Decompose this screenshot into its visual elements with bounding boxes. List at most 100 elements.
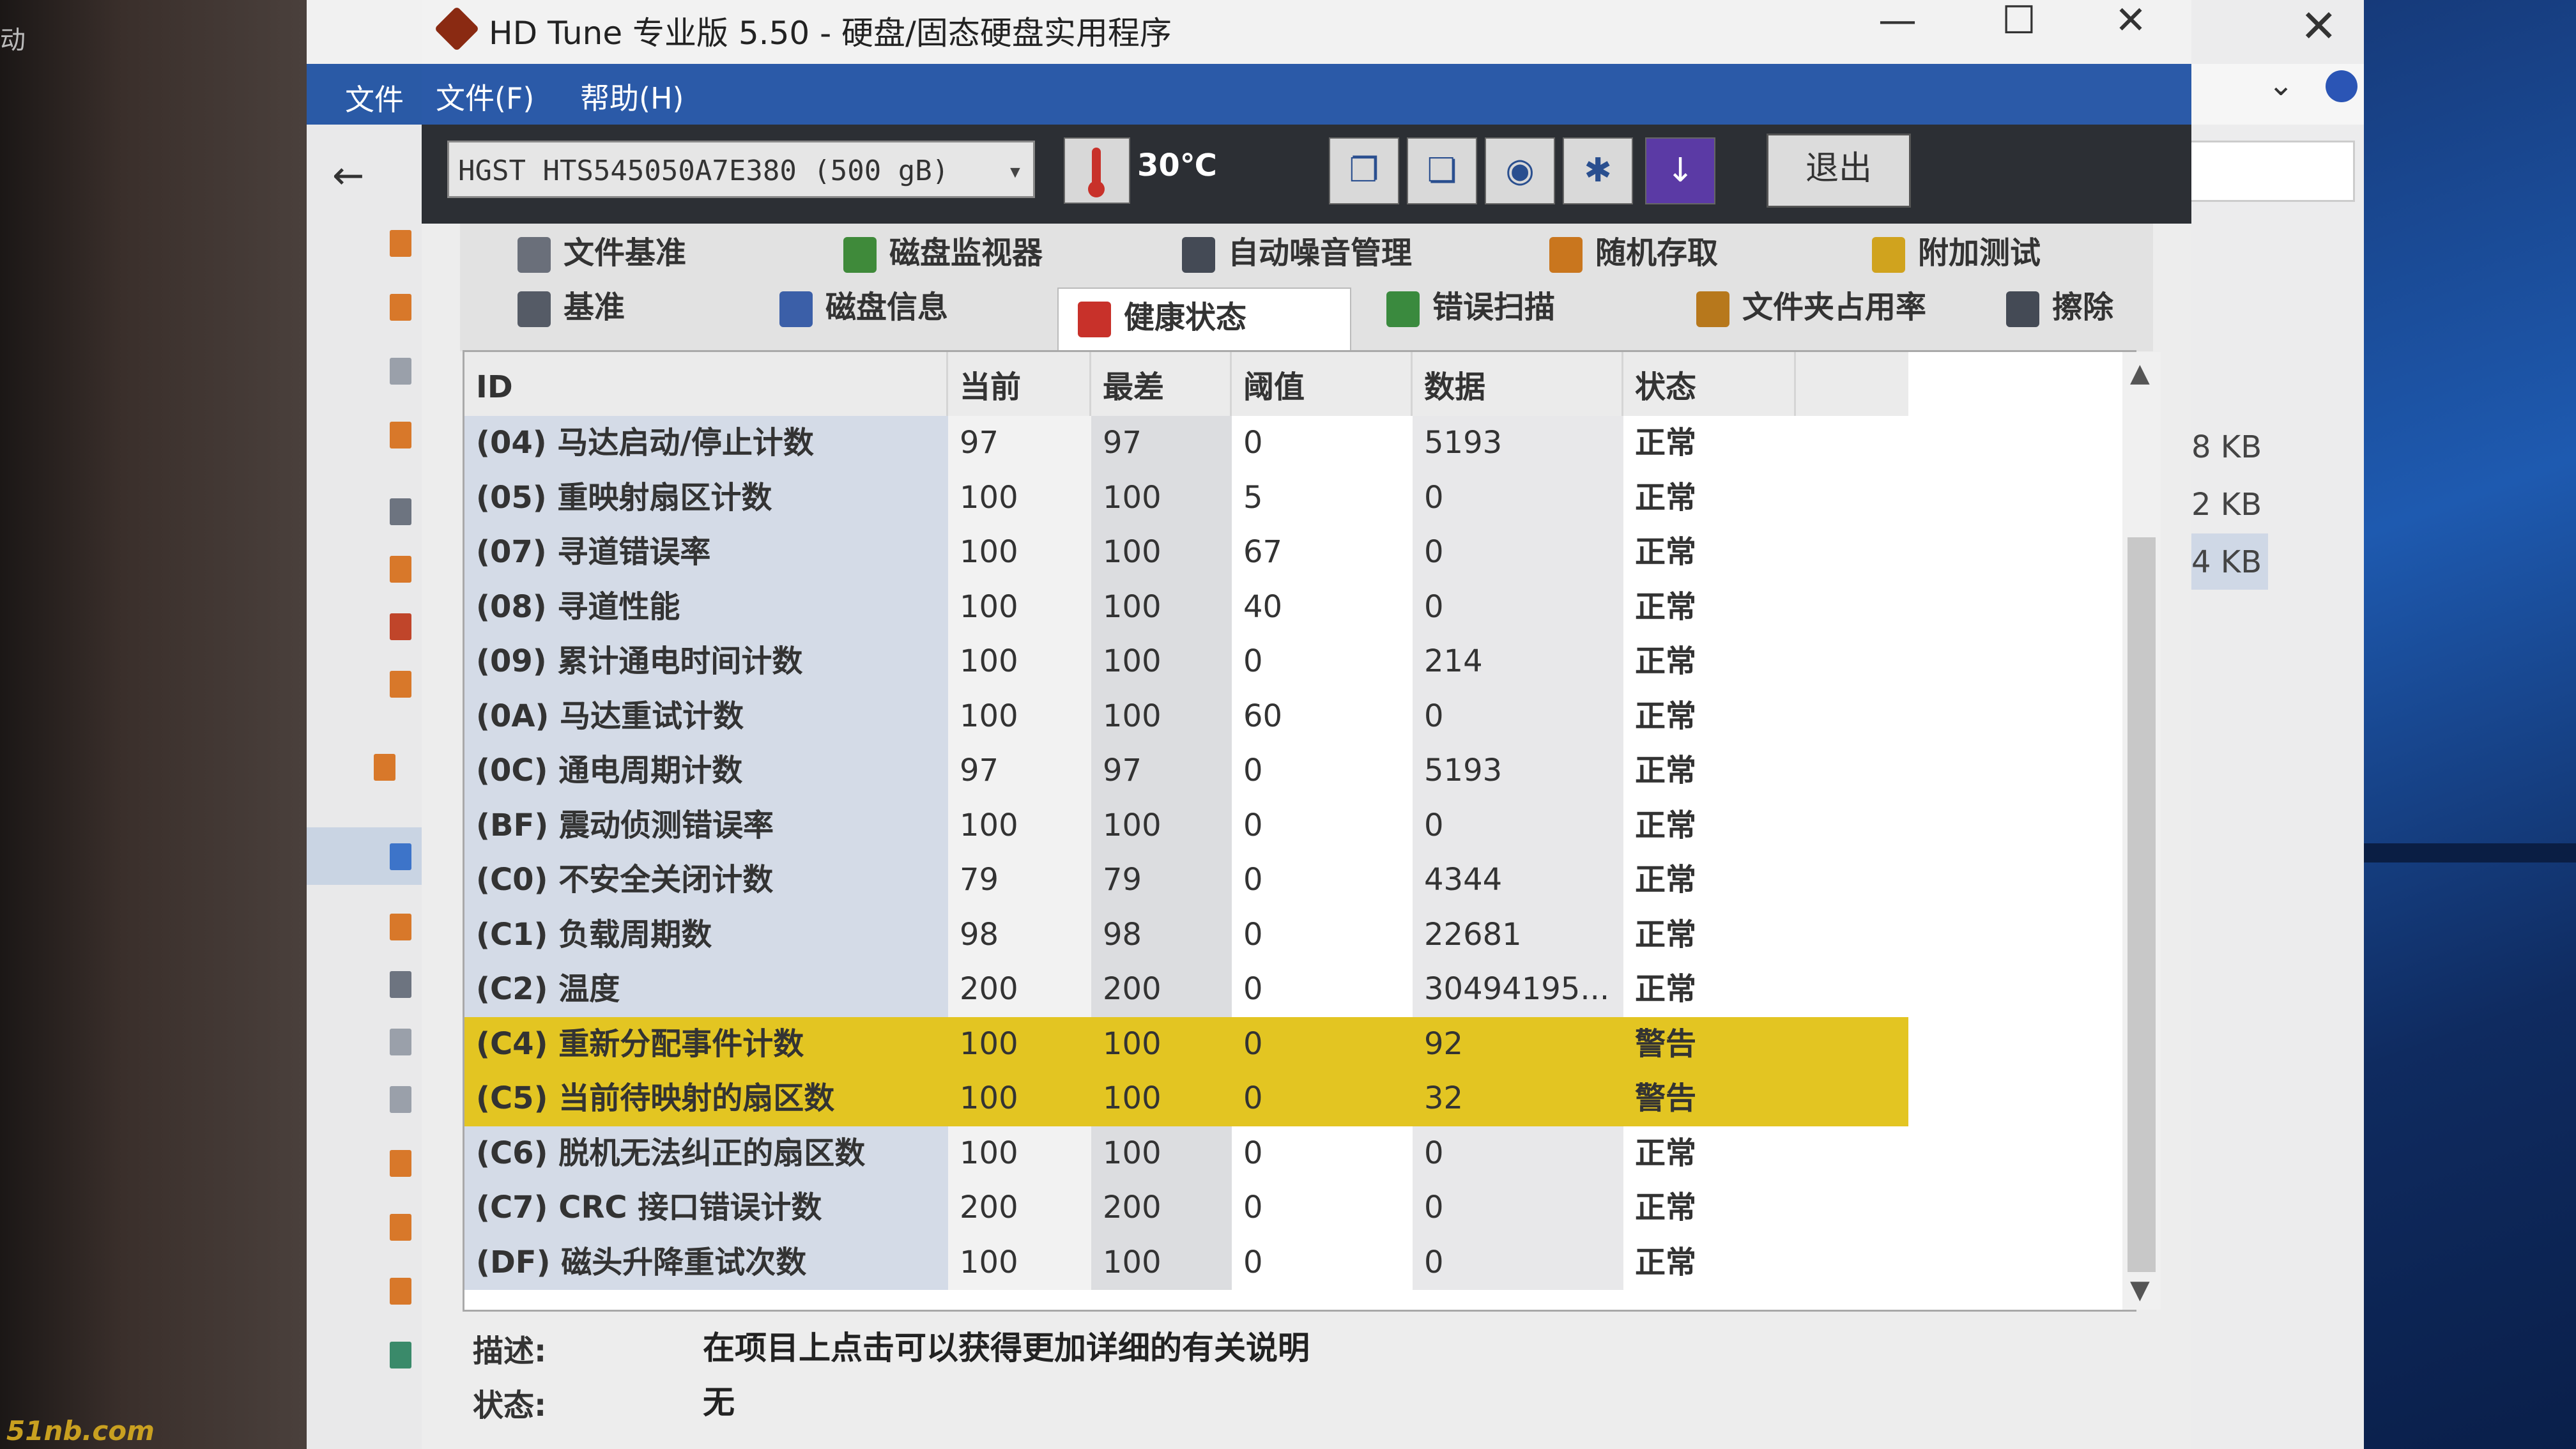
vertical-scrollbar[interactable]: ▲ ▼ — [2122, 352, 2161, 1310]
scrollbar-thumb[interactable] — [2128, 537, 2156, 1272]
tab-disk-info[interactable]: 磁盘信息 — [779, 281, 948, 334]
folder-icon[interactable] — [390, 556, 411, 583]
table-row[interactable]: (DF) 磁头升降重试次数 100 100 0 0 正常 — [464, 1235, 1908, 1290]
cell-current: 100 — [948, 1071, 1091, 1126]
column-header-current[interactable]: 当前 — [948, 352, 1091, 416]
title-bar[interactable]: HD Tune 专业版 5.50 - 硬盘/固态硬盘实用程序 — ☐ ✕ — [422, 0, 2191, 64]
folder-icon[interactable] — [390, 1214, 411, 1241]
maximize-button[interactable]: ☐ — [1981, 0, 2057, 45]
chevron-down-icon[interactable]: ▾ — [1008, 142, 1023, 200]
drive-select[interactable]: HGST HTS545050A7E380 (500 gB) ▾ — [447, 141, 1035, 198]
drive-icon[interactable] — [390, 1029, 411, 1055]
back-arrow-icon[interactable]: ← — [332, 153, 364, 198]
tab-auto-noise-management[interactable]: 自动噪音管理 — [1182, 227, 1412, 279]
device-icon[interactable] — [390, 498, 411, 525]
cell-status: 正常 — [1635, 698, 1697, 734]
table-row[interactable]: (05) 重映射扇区计数 100 100 5 0 正常 — [464, 470, 1908, 525]
table-row[interactable]: (0A) 马达重试计数 100 100 60 0 正常 — [464, 689, 1908, 744]
tab-health[interactable]: 健康状态 — [1057, 288, 1351, 351]
cell-worst: 100 — [1091, 579, 1232, 634]
column-header-status[interactable]: 状态 — [1623, 352, 1796, 416]
folder-icon[interactable] — [390, 422, 411, 448]
cell-id: (0A) 马达重试计数 — [464, 689, 948, 744]
cell-worst: 100 — [1091, 798, 1232, 853]
column-header-worst[interactable]: 最差 — [1091, 352, 1232, 416]
app-icon[interactable] — [390, 613, 411, 640]
tab-benchmark[interactable]: 基准 — [518, 281, 625, 334]
table-row[interactable]: (BF) 震动侦测错误率 100 100 0 0 正常 — [464, 798, 1908, 853]
copy-info-icon[interactable]: ❐ — [1329, 137, 1399, 204]
table-row[interactable]: (C2) 温度 200 200 0 30494195... 正常 — [464, 962, 1908, 1017]
tab-erase[interactable]: 擦除 — [2006, 281, 2113, 334]
close-button[interactable]: ✕ — [2092, 0, 2169, 45]
description-panel: 描述: 在项目上点击可以获得更加详细的有关说明 状态: 无 — [473, 1316, 2134, 1444]
drive-icon[interactable] — [390, 1086, 411, 1113]
menu-file[interactable]: 文件(F) — [436, 75, 534, 118]
tab-random-access[interactable]: 随机存取 — [1549, 227, 1718, 279]
folder-usage-icon — [1696, 291, 1729, 327]
table-row[interactable]: (C5) 当前待映射的扇区数 100 100 0 32 警告 — [464, 1071, 1908, 1126]
table-row[interactable]: (04) 马达启动/停止计数 97 97 0 5193 正常 — [464, 416, 1908, 471]
cell-status: 警告 — [1635, 1080, 1697, 1116]
minimize-button[interactable]: — — [1859, 0, 1936, 45]
table-row[interactable]: (08) 寻道性能 100 100 40 0 正常 — [464, 579, 1908, 634]
table-row[interactable]: (07) 寻道错误率 100 100 67 0 正常 — [464, 525, 1908, 580]
download-icon[interactable]: ↓ — [1645, 137, 1715, 204]
table-row[interactable]: (C7) CRC 接口错误计数 200 200 0 0 正常 — [464, 1181, 1908, 1236]
scroll-up-icon[interactable]: ▲ — [2130, 358, 2150, 388]
menu-help[interactable]: 帮助(H) — [580, 75, 684, 118]
column-header-id[interactable]: ID — [464, 352, 948, 416]
folder-icon[interactable] — [390, 914, 411, 940]
table-row[interactable]: (0C) 通电周期计数 97 97 0 5193 正常 — [464, 744, 1908, 799]
cell-current: 100 — [948, 634, 1091, 689]
folder-icon[interactable] — [390, 294, 411, 321]
column-header-threshold[interactable]: 阈值 — [1232, 352, 1413, 416]
temperature-button[interactable] — [1064, 137, 1130, 204]
cell-threshold: 60 — [1243, 698, 1283, 734]
cell-status: 正常 — [1635, 1135, 1697, 1171]
copy-clipboard-icon[interactable]: ❏ — [1407, 137, 1477, 204]
drive-icon[interactable] — [390, 971, 411, 998]
close-icon[interactable]: ✕ — [2300, 0, 2338, 52]
tab-file-benchmark[interactable]: 文件基准 — [518, 227, 686, 279]
table-row[interactable]: (C1) 负载周期数 98 98 0 22681 正常 — [464, 907, 1908, 962]
tab-error-scan[interactable]: 错误扫描 — [1386, 281, 1555, 334]
column-header-data[interactable]: 数据 — [1413, 352, 1623, 416]
network-icon[interactable] — [390, 1342, 411, 1368]
tab-label: 健康状态 — [1124, 300, 1247, 335]
desk-background: 动 — [0, 0, 307, 1449]
explorer-search-input[interactable] — [2179, 141, 2355, 202]
folder-icon[interactable] — [390, 1278, 411, 1305]
table-header: ID 当前 最差 阈值 数据 状态 — [464, 352, 1908, 416]
background-text: 动 — [0, 26, 26, 55]
tab-folder-usage[interactable]: 文件夹占用率 — [1696, 281, 1926, 334]
scroll-down-icon[interactable]: ▼ — [2130, 1275, 2150, 1305]
cell-current: 200 — [948, 962, 1091, 1017]
chevron-down-icon[interactable]: ⌄ — [2268, 67, 2294, 103]
table-row[interactable]: (09) 累计通电时间计数 100 100 0 214 正常 — [464, 634, 1908, 689]
explorer-menu-file[interactable]: 文件 — [345, 77, 404, 119]
cell-id: (07) 寻道错误率 — [464, 525, 948, 580]
screenshot-icon[interactable]: ◉ — [1485, 137, 1555, 204]
cell-status: 正常 — [1635, 862, 1697, 898]
folder-icon[interactable] — [374, 754, 395, 781]
tab-extra-tests[interactable]: 附加测试 — [1872, 227, 2041, 279]
options-icon[interactable]: ✱ — [1563, 137, 1633, 204]
tab-disk-monitor[interactable]: 磁盘监视器 — [843, 227, 1043, 279]
cell-worst: 97 — [1091, 744, 1232, 799]
cell-worst: 200 — [1091, 962, 1232, 1017]
folder-icon[interactable] — [390, 671, 411, 698]
exit-button[interactable]: 退出 — [1767, 134, 1911, 208]
table-row[interactable]: (C0) 不安全关闭计数 79 79 0 4344 正常 — [464, 853, 1908, 908]
folder-icon[interactable] — [390, 1150, 411, 1177]
computer-icon[interactable] — [390, 843, 411, 870]
help-icon[interactable] — [2326, 70, 2358, 102]
table-row[interactable]: (C4) 重新分配事件计数 100 100 0 92 警告 — [464, 1016, 1908, 1071]
folder-icon[interactable] — [390, 230, 411, 257]
cell-data: 0 — [1413, 579, 1623, 634]
table-row[interactable]: (C6) 脱机无法纠正的扇区数 100 100 0 0 正常 — [464, 1126, 1908, 1181]
cell-worst: 100 — [1091, 1235, 1232, 1290]
cell-data: 92 — [1413, 1016, 1623, 1071]
document-icon[interactable] — [390, 358, 411, 385]
error-scan-icon — [1386, 291, 1420, 327]
